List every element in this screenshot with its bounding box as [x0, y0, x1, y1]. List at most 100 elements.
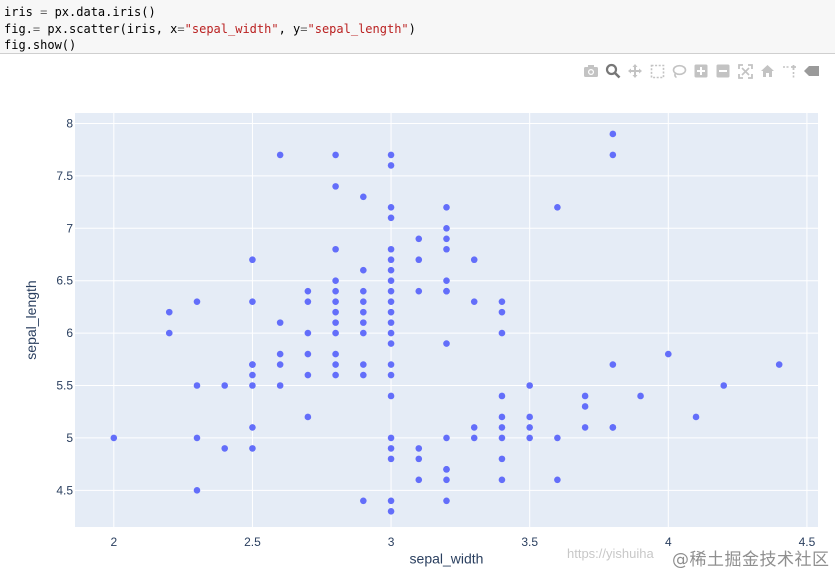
data-point[interactable]: [415, 256, 423, 264]
data-point[interactable]: [470, 256, 478, 264]
data-point[interactable]: [249, 382, 256, 389]
data-point[interactable]: [664, 350, 672, 358]
data-point[interactable]: [581, 392, 589, 400]
data-point[interactable]: [387, 371, 395, 379]
download-plot-button[interactable]: [580, 62, 602, 80]
data-point[interactable]: [276, 382, 284, 389]
data-point[interactable]: [360, 329, 367, 337]
data-point[interactable]: [332, 245, 339, 253]
data-point[interactable]: [443, 287, 450, 295]
data-point[interactable]: [332, 298, 339, 305]
reset-axes-button[interactable]: [756, 62, 778, 80]
data-point[interactable]: [443, 235, 450, 243]
data-point[interactable]: [498, 424, 506, 431]
data-point[interactable]: [387, 277, 395, 284]
data-point[interactable]: [443, 340, 450, 347]
data-point[interactable]: [193, 487, 201, 494]
data-point[interactable]: [304, 287, 312, 295]
data-point[interactable]: [415, 287, 423, 295]
zoom-in-button[interactable]: [690, 62, 712, 80]
scatter-plot-svg[interactable]: 2 2.5 3 3.5 4 4.54.555.566.577.58 sepal_width…: [0, 90, 835, 573]
data-point[interactable]: [554, 204, 561, 211]
data-point[interactable]: [360, 361, 367, 368]
data-point[interactable]: [387, 329, 395, 337]
zoom-button[interactable]: [602, 62, 624, 80]
data-point[interactable]: [193, 298, 201, 305]
data-point[interactable]: [387, 455, 395, 463]
data-point[interactable]: [332, 277, 339, 284]
data-point[interactable]: [360, 371, 367, 379]
data-point[interactable]: [360, 266, 367, 274]
data-point[interactable]: [221, 445, 229, 452]
data-point[interactable]: [332, 350, 339, 358]
data-point[interactable]: [415, 445, 423, 452]
data-point[interactable]: [609, 424, 617, 431]
lasso-select-button[interactable]: [668, 62, 690, 80]
data-point[interactable]: [387, 245, 395, 253]
data-point[interactable]: [304, 298, 312, 305]
autoscale-button[interactable]: [734, 62, 756, 80]
data-point[interactable]: [443, 497, 450, 505]
data-point[interactable]: [276, 350, 284, 358]
data-point[interactable]: [360, 497, 367, 505]
code-cell[interactable]: iris = px.data.iris() fig.= px.scatter(i…: [0, 0, 835, 54]
data-point[interactable]: [443, 204, 450, 211]
data-point[interactable]: [332, 319, 339, 326]
data-point[interactable]: [387, 497, 395, 505]
data-point[interactable]: [387, 361, 395, 368]
data-point[interactable]: [249, 298, 256, 305]
data-point[interactable]: [332, 287, 339, 295]
box-select-button[interactable]: [646, 62, 668, 80]
data-point[interactable]: [387, 392, 395, 400]
data-point[interactable]: [360, 319, 367, 326]
data-point[interactable]: [415, 476, 423, 484]
data-point[interactable]: [387, 151, 395, 159]
data-point[interactable]: [332, 183, 339, 190]
data-point[interactable]: [276, 361, 284, 368]
data-point[interactable]: [692, 413, 700, 421]
data-point[interactable]: [221, 382, 229, 389]
data-point[interactable]: [360, 287, 367, 295]
data-point[interactable]: [193, 382, 201, 389]
data-point[interactable]: [387, 298, 395, 305]
data-point[interactable]: [470, 298, 478, 305]
data-point[interactable]: [443, 434, 450, 442]
data-point[interactable]: [332, 329, 339, 337]
data-point[interactable]: [498, 476, 506, 484]
data-point[interactable]: [498, 308, 506, 316]
data-point[interactable]: [387, 507, 395, 515]
data-point[interactable]: [415, 235, 423, 243]
data-point[interactable]: [526, 382, 533, 389]
data-point[interactable]: [249, 371, 256, 379]
data-point[interactable]: [581, 424, 589, 431]
data-point[interactable]: [387, 256, 395, 264]
data-point[interactable]: [304, 413, 312, 421]
data-point[interactable]: [775, 361, 783, 368]
data-point[interactable]: [387, 340, 395, 347]
data-point[interactable]: [332, 371, 339, 379]
data-point[interactable]: [526, 434, 533, 442]
spike-lines-button[interactable]: [778, 62, 800, 80]
data-point[interactable]: [249, 424, 256, 431]
data-point[interactable]: [443, 224, 450, 232]
data-point[interactable]: [443, 466, 450, 473]
data-point[interactable]: [609, 361, 617, 368]
data-point[interactable]: [470, 424, 478, 431]
data-point[interactable]: [360, 193, 367, 201]
data-point[interactable]: [637, 392, 644, 400]
data-point[interactable]: [249, 445, 256, 452]
data-point[interactable]: [526, 413, 533, 421]
data-point[interactable]: [304, 350, 312, 358]
data-point[interactable]: [360, 298, 367, 305]
data-point[interactable]: [332, 151, 339, 159]
data-point[interactable]: [332, 361, 339, 368]
data-point[interactable]: [276, 151, 284, 159]
zoom-out-button[interactable]: [712, 62, 734, 80]
data-point[interactable]: [387, 445, 395, 452]
data-point[interactable]: [498, 298, 506, 305]
pan-button[interactable]: [624, 62, 646, 80]
data-point[interactable]: [415, 455, 423, 463]
data-point[interactable]: [387, 319, 395, 326]
data-point[interactable]: [498, 392, 506, 400]
data-point[interactable]: [165, 308, 173, 316]
